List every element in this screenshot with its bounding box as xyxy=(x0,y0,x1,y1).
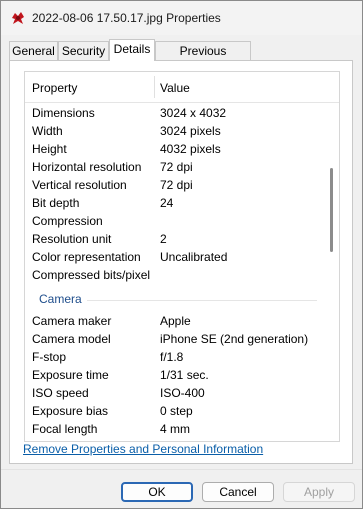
property-name: Dimensions xyxy=(32,106,95,120)
list-item[interactable]: Width 3024 pixels xyxy=(25,122,339,140)
property-name: Compression xyxy=(32,214,103,228)
list-item[interactable]: F-stop f/1.8 xyxy=(25,348,339,366)
property-name: Bit depth xyxy=(32,196,80,210)
property-value: 72 dpi xyxy=(160,178,193,192)
property-name: Vertical resolution xyxy=(32,178,127,192)
cancel-button[interactable]: Cancel xyxy=(202,482,274,502)
list-rows: Dimensions 3024 x 4032 Width 3024 pixels H… xyxy=(25,104,339,438)
tab-previous-versions[interactable]: Previous Versions xyxy=(155,41,251,76)
property-name: Exposure bias xyxy=(32,404,109,418)
property-name: Horizontal resolution xyxy=(32,160,142,174)
apply-button[interactable]: Apply xyxy=(283,482,355,502)
property-name: Focal length xyxy=(32,422,98,436)
list-item[interactable]: Height 4032 pixels xyxy=(25,140,339,158)
remove-properties-link[interactable]: Remove Properties and Personal Informati… xyxy=(23,442,263,456)
property-name: ISO speed xyxy=(32,386,89,400)
property-value: 1/31 sec. xyxy=(160,368,209,382)
property-value: 24 xyxy=(160,196,174,210)
property-name: Resolution unit xyxy=(32,232,112,246)
list-item[interactable]: Horizontal resolution 72 dpi xyxy=(25,158,339,176)
scrollbar-thumb[interactable] xyxy=(330,168,333,252)
property-value: 3024 x 4032 xyxy=(160,106,227,120)
property-value: 0 step xyxy=(160,404,193,418)
properties-list[interactable]: Property Value Dimensions 3024 x 4032 Wid… xyxy=(24,71,340,442)
property-name: Color representation xyxy=(32,250,141,264)
list-item[interactable]: Resolution unit 2 xyxy=(25,230,339,248)
list-item[interactable]: Camera maker Apple xyxy=(25,312,339,330)
property-name: F-stop xyxy=(32,350,67,364)
title-bar[interactable]: 2022-08-06 17.50.17.jpg Properties xyxy=(1,1,362,35)
property-name: Compressed bits/pixel xyxy=(32,268,151,282)
property-value: Uncalibrated xyxy=(160,250,228,264)
list-item[interactable]: Exposure bias 0 step xyxy=(25,402,339,420)
group-header-camera: Camera xyxy=(25,284,339,312)
list-item[interactable]: Focal length 4 mm xyxy=(25,420,339,438)
list-item[interactable]: ISO speed ISO-400 xyxy=(25,384,339,402)
list-item[interactable]: Exposure time 1/31 sec. xyxy=(25,366,339,384)
property-name: Camera maker xyxy=(32,314,112,328)
tab-security[interactable]: Security xyxy=(58,41,109,60)
list-item[interactable]: Compression xyxy=(25,212,339,230)
footer-divider xyxy=(1,469,362,470)
list-item[interactable]: Color representation Uncalibrated xyxy=(25,248,339,266)
list-item[interactable]: Camera model iPhone SE (2nd generation) xyxy=(25,330,339,348)
image-file-icon xyxy=(12,12,24,24)
property-value: Apple xyxy=(160,314,191,328)
property-value: 2 xyxy=(160,232,167,246)
list-item[interactable]: Bit depth 24 xyxy=(25,194,339,212)
column-header-value[interactable]: Value xyxy=(160,81,190,95)
list-item[interactable]: Vertical resolution 72 dpi xyxy=(25,176,339,194)
property-name: Exposure time xyxy=(32,368,109,382)
tab-details[interactable]: Details xyxy=(109,39,155,61)
column-divider[interactable] xyxy=(154,76,155,98)
list-item[interactable]: Dimensions 3024 x 4032 xyxy=(25,104,339,122)
property-value: f/1.8 xyxy=(160,350,184,364)
group-label: Camera xyxy=(39,292,82,306)
property-value: iPhone SE (2nd generation) xyxy=(160,332,309,346)
column-header-property[interactable]: Property xyxy=(32,81,77,95)
list-item[interactable]: Compressed bits/pixel xyxy=(25,266,339,284)
property-name: Width xyxy=(32,124,63,138)
list-header: Property Value xyxy=(25,72,339,103)
tab-general[interactable]: General xyxy=(9,41,58,60)
property-value: ISO-400 xyxy=(160,386,205,400)
property-value: 4 mm xyxy=(160,422,190,436)
vertical-scrollbar[interactable] xyxy=(325,102,339,441)
tab-strip: General Security Details Previous Versio… xyxy=(9,39,354,76)
ok-button[interactable]: OK xyxy=(121,482,193,502)
window-title: 2022-08-06 17.50.17.jpg Properties xyxy=(32,11,221,25)
group-divider xyxy=(87,300,317,301)
details-panel: Property Value Dimensions 3024 x 4032 Wid… xyxy=(9,60,353,464)
property-value: 72 dpi xyxy=(160,160,193,174)
property-name: Camera model xyxy=(32,332,111,346)
property-value: 4032 pixels xyxy=(160,142,221,156)
properties-window: 2022-08-06 17.50.17.jpg Properties Gener… xyxy=(0,0,363,509)
property-value: 3024 pixels xyxy=(160,124,221,138)
property-name: Height xyxy=(32,142,67,156)
